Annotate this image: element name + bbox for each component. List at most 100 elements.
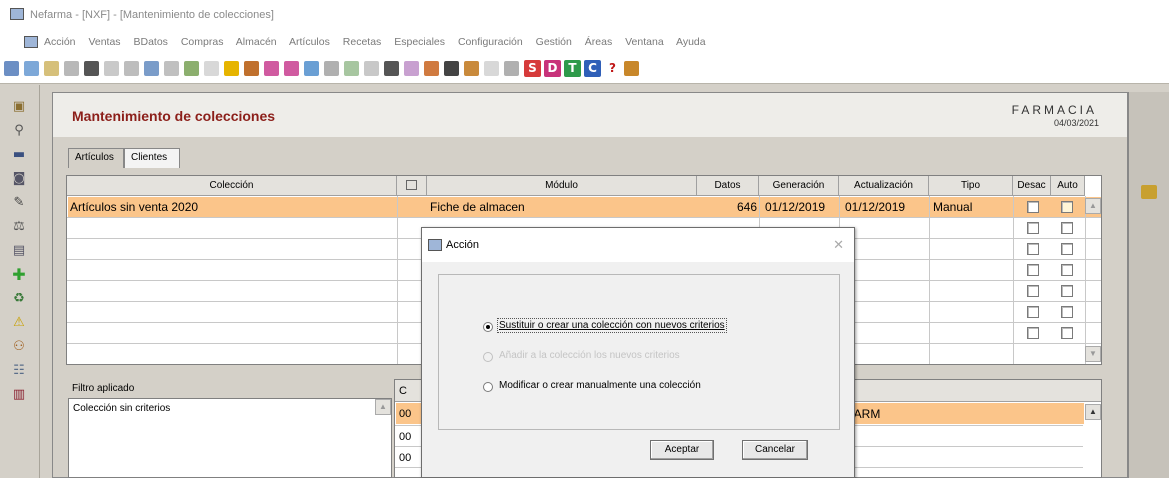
- calendar-icon[interactable]: [504, 61, 519, 76]
- binoculars-icon[interactable]: [84, 61, 99, 76]
- network-icon[interactable]: ☷: [11, 363, 27, 379]
- menu-articulos[interactable]: Artículos: [289, 36, 330, 48]
- arrow-left-icon[interactable]: [264, 61, 279, 76]
- basket-icon[interactable]: ◙: [11, 171, 27, 187]
- grid2-column-header[interactable]: C: [399, 385, 407, 397]
- column-header-desac[interactable]: Desac: [1013, 176, 1051, 196]
- auto-checkbox[interactable]: [1061, 264, 1073, 276]
- radio-sustituir[interactable]: [483, 322, 493, 332]
- cell-modulo[interactable]: Fiche de almacen: [430, 197, 525, 217]
- layout-icon[interactable]: [4, 61, 19, 76]
- close-icon[interactable]: ✕: [833, 237, 844, 253]
- desac-checkbox[interactable]: [1027, 285, 1039, 297]
- tab-clientes[interactable]: Clientes: [124, 148, 180, 168]
- menu-areas[interactable]: Áreas: [585, 36, 612, 48]
- auto-checkbox[interactable]: [1061, 285, 1073, 297]
- auto-checkbox[interactable]: [1061, 201, 1073, 213]
- radio-modificar-label[interactable]: Modificar o crear manualmente una colecc…: [499, 380, 701, 391]
- document-icon[interactable]: [24, 36, 38, 48]
- desac-checkbox[interactable]: [1027, 306, 1039, 318]
- cash-register-icon[interactable]: ▣: [11, 99, 27, 115]
- grid-icon[interactable]: [124, 61, 139, 76]
- chart-icon[interactable]: [424, 61, 439, 76]
- radio-modificar[interactable]: [483, 382, 493, 392]
- auto-checkbox[interactable]: [1061, 222, 1073, 234]
- scroll-up-button[interactable]: ▲: [1085, 198, 1101, 214]
- cell-tipo[interactable]: Manual: [933, 197, 972, 217]
- cell-code[interactable]: 00: [399, 427, 411, 447]
- filter-icon[interactable]: [484, 61, 499, 76]
- menu-ventana[interactable]: Ventana: [625, 36, 664, 48]
- menu-ayuda[interactable]: Ayuda: [676, 36, 706, 48]
- warning-icon[interactable]: ⚠: [11, 315, 27, 331]
- report-icon[interactable]: [384, 61, 399, 76]
- menu-especiales[interactable]: Especiales: [394, 36, 445, 48]
- key-icon[interactable]: [1141, 185, 1157, 199]
- column-header-tipo[interactable]: Tipo: [929, 176, 1013, 196]
- pen-icon[interactable]: [104, 61, 119, 76]
- star-icon[interactable]: [224, 61, 239, 76]
- auto-checkbox[interactable]: [1061, 243, 1073, 255]
- window-icon[interactable]: [24, 61, 39, 76]
- radio-sustituir-label[interactable]: Sustituir o crear una colección con nuev…: [497, 318, 727, 333]
- desac-checkbox[interactable]: [1027, 243, 1039, 255]
- menu-accion[interactable]: Acción: [44, 36, 76, 48]
- export-icon[interactable]: [464, 61, 479, 76]
- printer-icon[interactable]: ▤: [11, 243, 27, 259]
- scale-icon[interactable]: ⚖: [11, 219, 27, 235]
- cell-datos[interactable]: 646: [697, 197, 757, 217]
- menu-recetas[interactable]: Recetas: [343, 36, 382, 48]
- c-button[interactable]: C: [584, 60, 601, 77]
- menu-configuracion[interactable]: Configuración: [458, 36, 523, 48]
- transfer-icon[interactable]: [304, 61, 319, 76]
- auto-checkbox[interactable]: [1061, 327, 1073, 339]
- edit-icon[interactable]: [44, 61, 59, 76]
- desac-checkbox[interactable]: [1027, 222, 1039, 234]
- menu-bdatos[interactable]: BDatos: [133, 36, 167, 48]
- menu-compras[interactable]: Compras: [181, 36, 224, 48]
- dialog-titlebar[interactable]: Acción ✕: [422, 228, 854, 262]
- t-button[interactable]: T: [564, 60, 581, 77]
- menu-almacen[interactable]: Almacén: [236, 36, 277, 48]
- copy-icon[interactable]: [144, 61, 159, 76]
- scroll-up-button[interactable]: ▲: [1085, 404, 1101, 420]
- people-icon[interactable]: ⚇: [11, 339, 27, 355]
- column-header-datos[interactable]: Datos: [697, 176, 759, 196]
- column-header-actualizacion[interactable]: Actualización: [839, 176, 929, 196]
- cell-actualizacion[interactable]: 01/12/2019: [845, 197, 905, 217]
- s-button[interactable]: S: [524, 60, 541, 77]
- recycle-icon[interactable]: ♻: [11, 291, 27, 307]
- menu-gestion[interactable]: Gestión: [536, 36, 572, 48]
- search-icon[interactable]: ⚲: [11, 123, 27, 139]
- column-header-coleccion[interactable]: Colección: [67, 176, 397, 196]
- desac-checkbox[interactable]: [1027, 264, 1039, 276]
- pharmacy-cross-icon[interactable]: ✚: [11, 267, 27, 283]
- cell-code[interactable]: 00: [399, 448, 411, 468]
- menu-ventas[interactable]: Ventas: [88, 36, 120, 48]
- cancelar-button[interactable]: Cancelar: [742, 440, 808, 460]
- arrow-right-icon[interactable]: [284, 61, 299, 76]
- scroll-up-button[interactable]: ▲: [375, 399, 391, 415]
- tab-articulos[interactable]: Artículos: [68, 148, 124, 168]
- cell-code[interactable]: 00: [399, 404, 411, 424]
- syringe-icon[interactable]: ✎: [11, 195, 27, 211]
- d-button[interactable]: D: [544, 60, 561, 77]
- truck-icon[interactable]: ▬: [11, 147, 27, 163]
- aceptar-button[interactable]: Aceptar: [650, 440, 714, 460]
- scroll-down-button[interactable]: ▼: [1085, 346, 1101, 362]
- column-header-icon[interactable]: [397, 176, 427, 196]
- auto-checkbox[interactable]: [1061, 306, 1073, 318]
- cell-coleccion[interactable]: Artículos sin venta 2020: [70, 197, 198, 217]
- reload-icon[interactable]: [64, 61, 79, 76]
- desac-checkbox[interactable]: [1027, 201, 1039, 213]
- calculator-icon[interactable]: [444, 61, 459, 76]
- pharmacy-icon[interactable]: [624, 61, 639, 76]
- refresh-icon[interactable]: [344, 61, 359, 76]
- filter-textarea[interactable]: Colección sin criterios ▲: [68, 398, 392, 478]
- tag-icon[interactable]: [184, 61, 199, 76]
- star-outline-icon[interactable]: [204, 61, 219, 76]
- barcode-icon[interactable]: ▥: [11, 387, 27, 403]
- help-icon[interactable]: ?: [604, 60, 621, 77]
- document-icon[interactable]: [164, 61, 179, 76]
- pin-icon[interactable]: [364, 61, 379, 76]
